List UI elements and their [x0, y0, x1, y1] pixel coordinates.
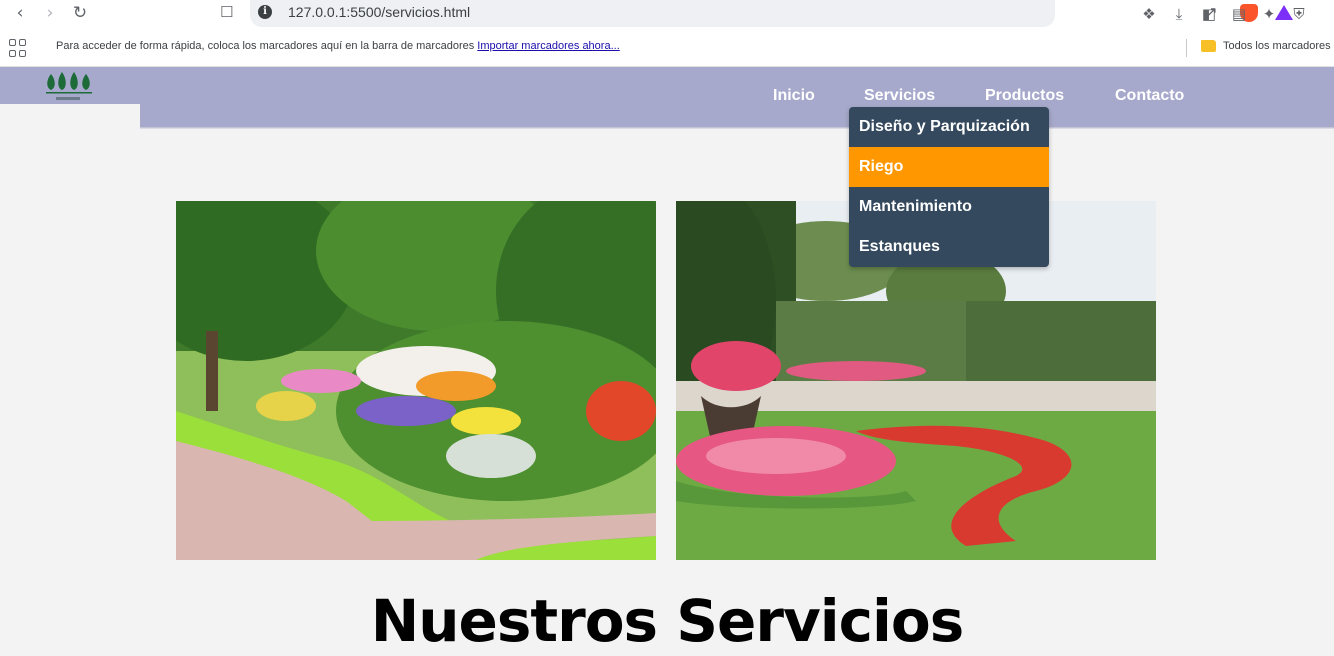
nav-link-servicios[interactable]: Servicios: [864, 87, 935, 105]
site-info-icon[interactable]: i: [258, 5, 272, 19]
url-text[interactable]: 127.0.0.1:5500/servicios.html: [288, 4, 470, 20]
bookmarks-prompt-text: Para acceder de forma rápida, coloca los…: [56, 40, 475, 52]
browser-toolbar: ‹ › ↻ ☐ i 127.0.0.1:5500/servicios.html …: [0, 0, 1334, 30]
forward-icon[interactable]: ›: [38, 2, 62, 24]
section-title: Nuestros Servicios: [370, 587, 965, 655]
bookmarks-bar: Para acceder de forma rápida, coloca los…: [0, 30, 1334, 67]
garden-flowerbed-photo: [176, 201, 656, 560]
extensions-icon[interactable]: ❖: [1138, 3, 1160, 25]
sidebar-icon[interactable]: ◧: [1198, 3, 1220, 25]
tree-logo-icon[interactable]: [44, 70, 94, 102]
nav-link-inicio[interactable]: Inicio: [773, 87, 815, 105]
dropdown-item-estanques[interactable]: Estanques: [849, 227, 1049, 267]
servicios-dropdown: Diseño y Parquización Riego Mantenimient…: [849, 107, 1049, 267]
apps-grid-icon[interactable]: [9, 39, 27, 57]
logo-backdrop: [0, 104, 140, 129]
dropdown-item-mantenimiento[interactable]: Mantenimiento: [849, 187, 1049, 227]
nav-link-contacto[interactable]: Contacto: [1115, 87, 1184, 105]
nav-link-productos[interactable]: Productos: [985, 87, 1064, 105]
header-shadow: [140, 126, 1334, 129]
vpn-shield-icon[interactable]: ⛨: [1288, 3, 1310, 25]
folder-icon[interactable]: [1201, 40, 1216, 52]
leo-ai-icon[interactable]: ✦: [1258, 3, 1280, 25]
download-icon[interactable]: ⤓: [1168, 3, 1190, 25]
bookmarks-separator: [1186, 39, 1187, 57]
wallet-icon[interactable]: ▤: [1228, 3, 1250, 25]
back-icon[interactable]: ‹: [8, 2, 32, 24]
bookmarks-prompt: Para acceder de forma rápida, coloca los…: [56, 40, 620, 52]
import-bookmarks-link[interactable]: Importar marcadores ahora...: [477, 40, 619, 52]
all-bookmarks-button[interactable]: Todos los marcadores: [1223, 40, 1331, 52]
bookmark-icon[interactable]: ☐: [220, 3, 233, 21]
address-bar[interactable]: i 127.0.0.1:5500/servicios.html ↗: [250, 0, 1293, 27]
reload-icon[interactable]: ↻: [68, 2, 92, 24]
dropdown-item-riego[interactable]: Riego: [849, 147, 1049, 187]
dropdown-item-diseno[interactable]: Diseño y Parquización: [849, 107, 1049, 147]
